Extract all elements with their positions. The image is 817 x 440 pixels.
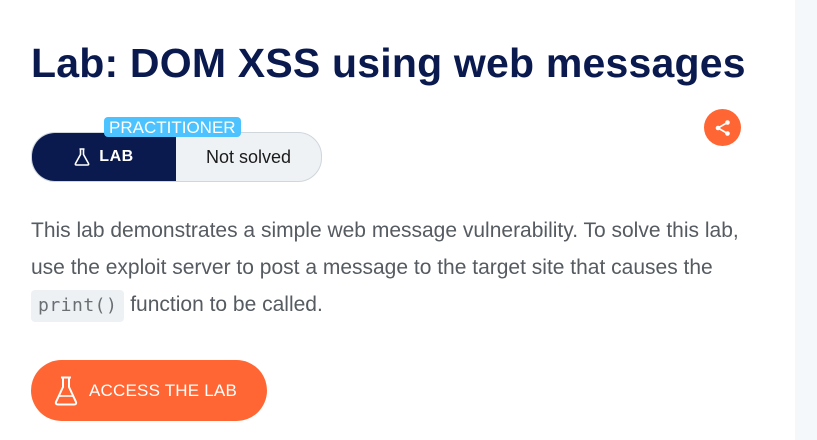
lab-description: This lab demonstrates a simple web messa… [31,212,741,323]
share-icon [715,119,730,136]
status-pill: LAB Not solved [31,132,322,182]
level-tag: PRACTITIONER [104,117,241,137]
access-lab-label: ACCESS THE LAB [89,380,237,400]
page-title: Lab: DOM XSS using web messages [31,40,746,86]
solve-status: Not solved [205,146,292,167]
access-lab-button[interactable]: ACCESS THE LAB [31,360,267,421]
flask-icon [74,148,90,166]
right-sidebar-strip [795,0,817,440]
lab-label-segment: LAB [32,133,176,181]
code-snippet: print() [31,290,125,322]
description-text: This lab demonstrates a simple web messa… [31,219,739,279]
lab-status-badge: PRACTITIONER LAB Not solved [31,117,322,182]
share-button[interactable] [704,109,741,146]
page: Lab: DOM XSS using web messages PRACTITI… [0,0,817,440]
flask-icon [54,376,78,405]
description-text-end: function to be called. [124,293,323,316]
lab-label: LAB [99,148,134,165]
